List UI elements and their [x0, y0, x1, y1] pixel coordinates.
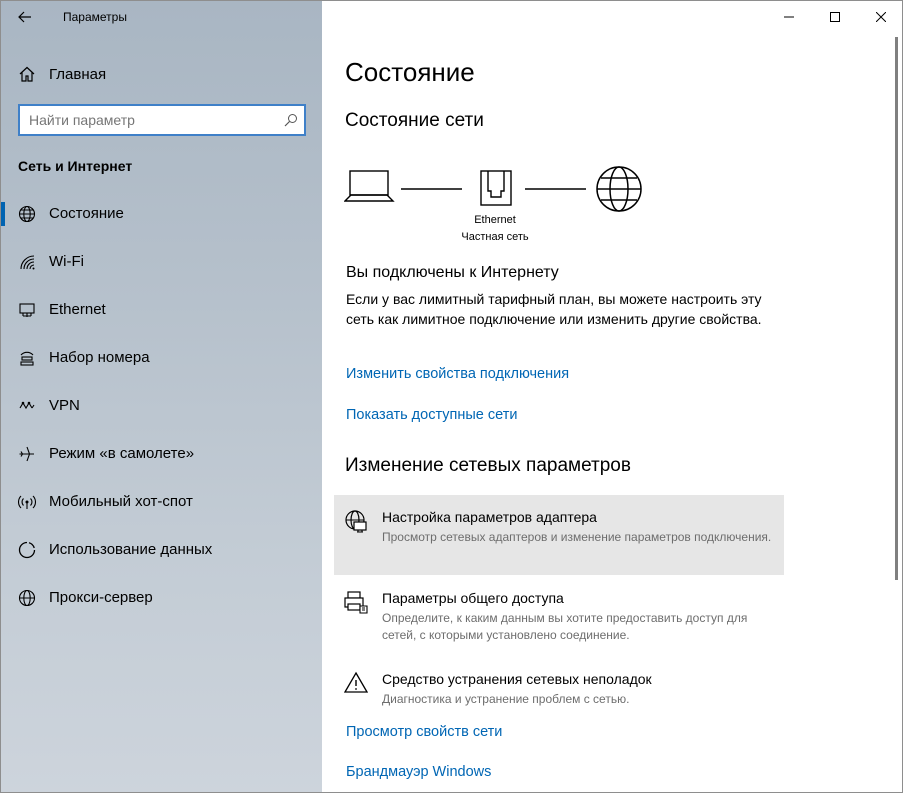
- ethernet-port-icon: [480, 170, 512, 206]
- connection-status-title: Вы подключены к Интернету: [346, 264, 559, 281]
- change-connection-properties-link[interactable]: Изменить свойства подключения: [346, 366, 569, 382]
- laptop-icon: [343, 170, 395, 202]
- adapter-name-label: Ethernet: [474, 214, 516, 226]
- vpn-icon: [19, 401, 35, 410]
- back-arrow-icon: [18, 11, 31, 23]
- internet-globe-icon: [596, 166, 642, 212]
- adapter-settings-icon: [345, 510, 367, 533]
- section-title: Сеть и Интернет: [18, 158, 133, 174]
- sidebar-item-airplane[interactable]: Режим «в самолете»: [1, 434, 322, 474]
- sidebar-item-wifi[interactable]: Wi-Fi: [1, 242, 322, 282]
- sidebar-item-dialup[interactable]: Набор номера: [1, 338, 322, 378]
- page-title: Состояние: [345, 57, 475, 87]
- network-diagram-graphic: [343, 166, 642, 212]
- proxy-globe-icon: [18, 589, 36, 607]
- back-button[interactable]: [9, 3, 41, 31]
- sidebar-item-label: Ethernet: [49, 301, 106, 318]
- settings-window: Параметры Главная Сеть и Интернет С: [0, 0, 903, 793]
- network-diagram: Ethernet Частная сеть: [343, 161, 654, 251]
- option-subtitle: Диагностика и устранение проблем с сетью…: [382, 692, 630, 706]
- option-title: Параметры общего доступа: [382, 590, 564, 606]
- sidebar-item-hotspot[interactable]: Мобильный хот-спот: [1, 482, 322, 522]
- close-icon: [876, 12, 886, 22]
- app-title: Параметры: [63, 10, 127, 24]
- adapter-settings-option[interactable]: Настройка параметров адаптера Просмотр с…: [334, 495, 784, 575]
- sidebar-item-label: Использование данных: [49, 541, 213, 558]
- option-title: Средство устранения сетевых неполадок: [382, 671, 652, 687]
- window-controls: [766, 1, 902, 33]
- view-network-properties-link[interactable]: Просмотр свойств сети: [346, 724, 502, 740]
- maximize-icon: [830, 12, 840, 22]
- sidebar: Параметры Главная Сеть и Интернет С: [1, 1, 322, 792]
- option-title: Настройка параметров адаптера: [382, 509, 597, 525]
- minimize-icon: [784, 16, 794, 18]
- network-status-heading: Состояние сети: [345, 110, 484, 131]
- home-icon: [19, 66, 35, 82]
- option-subtitle: Просмотр сетевых адаптеров и изменение п…: [382, 530, 772, 544]
- sidebar-item-data-usage[interactable]: Использование данных: [1, 530, 322, 570]
- search-icon[interactable]: [284, 113, 298, 127]
- maximize-button[interactable]: [812, 1, 858, 33]
- sharing-options-option[interactable]: Параметры общего доступа Определите, к к…: [334, 576, 784, 656]
- sidebar-item-label: VPN: [49, 397, 80, 414]
- sidebar-item-vpn[interactable]: VPN: [1, 386, 322, 426]
- title-bar: Параметры: [1, 1, 322, 33]
- ethernet-icon: [19, 303, 35, 317]
- selection-indicator: [1, 202, 5, 226]
- search-input[interactable]: [20, 106, 304, 134]
- sidebar-item-label: Набор номера: [49, 349, 150, 366]
- sidebar-item-status[interactable]: Состояние: [1, 194, 322, 234]
- scrollbar[interactable]: [895, 37, 898, 580]
- troubleshooter-option[interactable]: Средство устранения сетевых неполадок Ди…: [334, 657, 784, 717]
- close-button[interactable]: [858, 1, 902, 33]
- sidebar-item-ethernet[interactable]: Ethernet: [1, 290, 322, 330]
- sidebar-item-label: Wi-Fi: [49, 253, 84, 270]
- airplane-icon: [19, 446, 34, 462]
- content-pane: Состояние Состояние сети Ethernet Частна…: [322, 1, 902, 792]
- dialup-icon: [20, 351, 34, 366]
- hotspot-icon: [18, 495, 36, 509]
- wifi-icon: [20, 255, 35, 270]
- option-subtitle: Определите, к каким данным вы хотите пре…: [382, 611, 748, 642]
- sidebar-item-label: Главная: [49, 66, 107, 83]
- sidebar-item-label: Режим «в самолете»: [49, 445, 195, 462]
- sidebar-item-proxy[interactable]: Прокси-сервер: [1, 578, 322, 618]
- network-type-label: Частная сеть: [461, 231, 529, 243]
- sidebar-item-label: Прокси-сервер: [49, 589, 153, 606]
- sidebar-item-label: Состояние: [49, 205, 124, 222]
- windows-firewall-link[interactable]: Брандмауэр Windows: [346, 764, 491, 780]
- globe-icon: [18, 205, 36, 223]
- minimize-button[interactable]: [766, 1, 812, 33]
- change-settings-heading: Изменение сетевых параметров: [345, 455, 631, 476]
- search-box[interactable]: [18, 104, 306, 136]
- show-available-networks-link[interactable]: Показать доступные сети: [346, 407, 517, 423]
- sharing-options-icon: [344, 591, 368, 614]
- sidebar-item-label: Мобильный хот-спот: [49, 493, 193, 510]
- data-usage-icon: [18, 541, 36, 559]
- warning-icon: [344, 671, 368, 693]
- sidebar-item-home[interactable]: Главная: [1, 57, 322, 91]
- connection-status-description: Если у вас лимитный тарифный план, вы мо…: [346, 291, 762, 327]
